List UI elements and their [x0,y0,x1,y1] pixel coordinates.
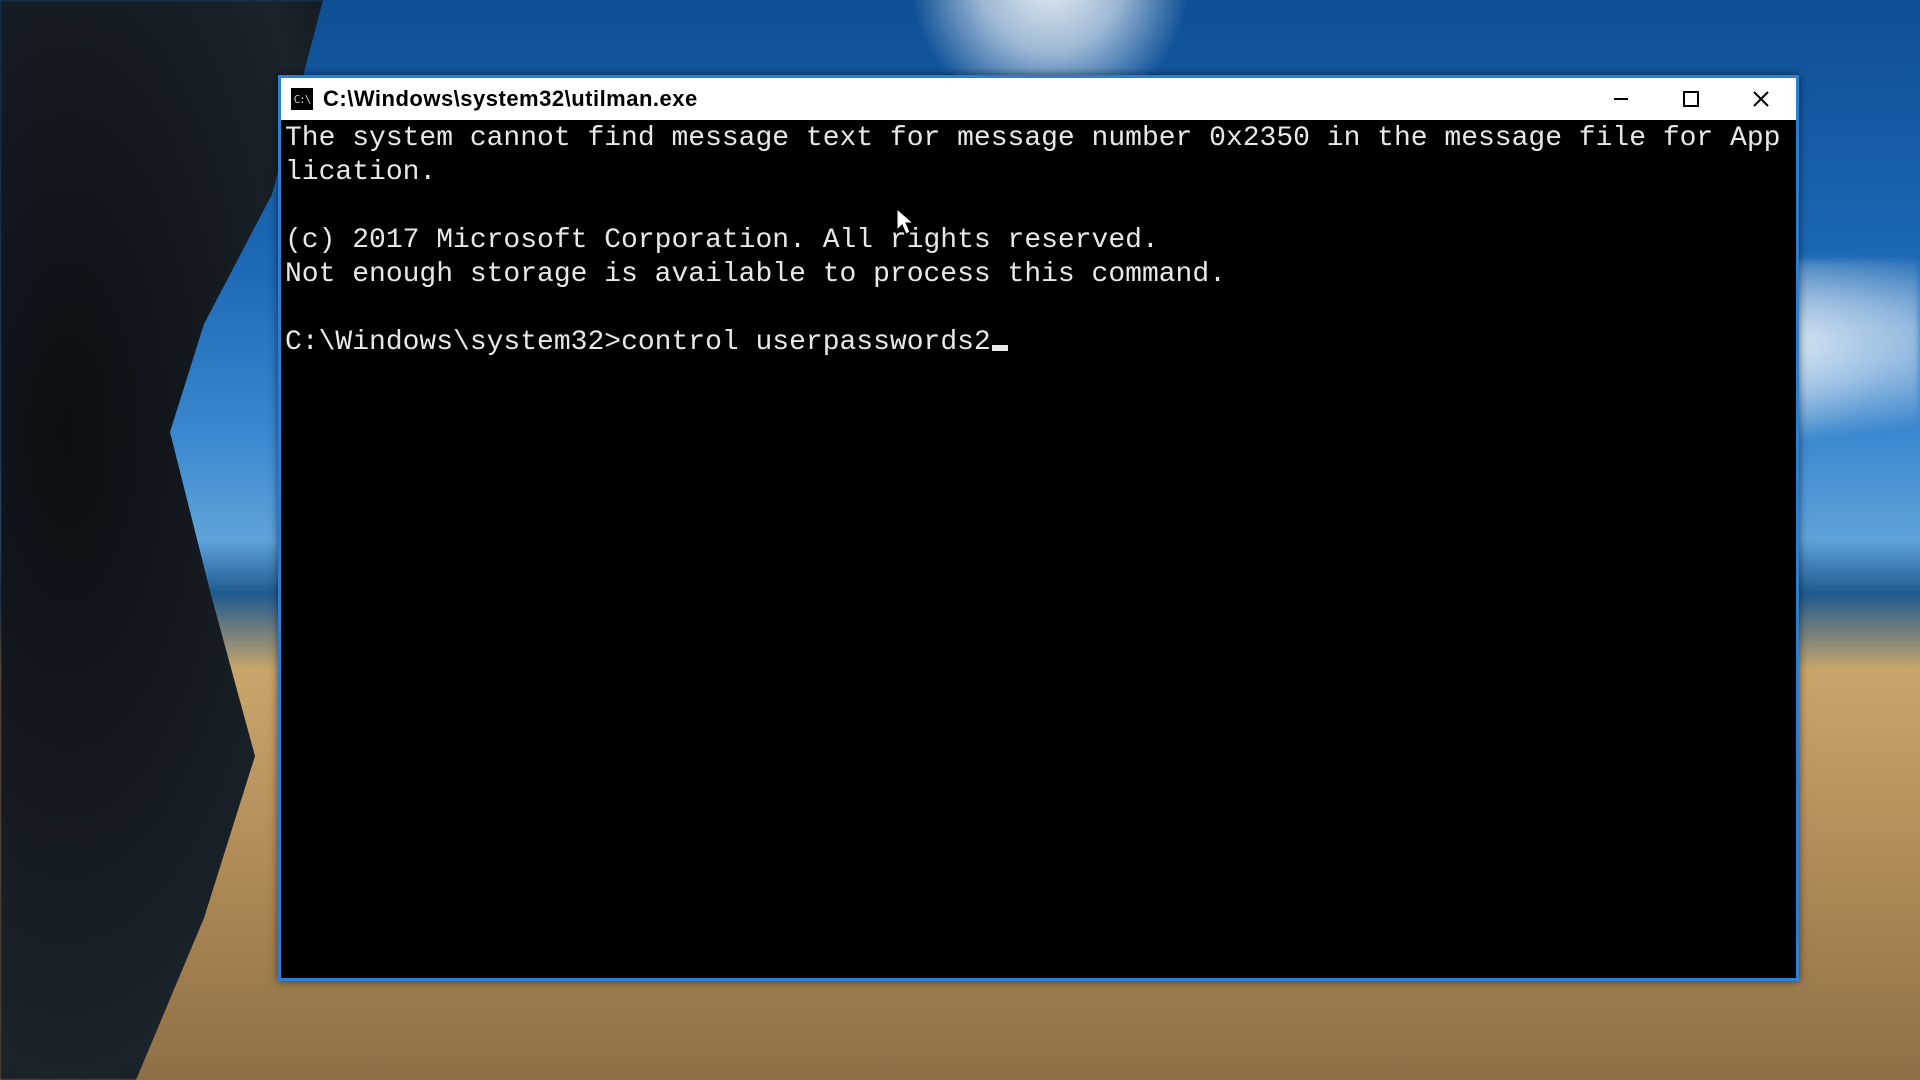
minimize-icon [1612,90,1630,108]
maximize-icon [1682,90,1700,108]
cmd-icon: C:\ [291,88,313,110]
command-prompt-window[interactable]: C:\ C:\Windows\system32\utilman.exe [278,75,1799,981]
desktop-wallpaper: C:\ C:\Windows\system32\utilman.exe [0,0,1920,1080]
typed-command: control userpasswords2 [621,327,991,358]
console-line-storage: Not enough storage is available to proce… [285,259,1226,290]
prompt-path: C:\Windows\system32> [285,327,621,358]
console-line-copyright: (c) 2017 Microsoft Corporation. All righ… [285,225,1159,256]
window-controls [1586,78,1796,120]
window-title: C:\Windows\system32\utilman.exe [323,86,698,112]
console-output[interactable]: The system cannot find message text for … [281,120,1796,978]
titlebar[interactable]: C:\ C:\Windows\system32\utilman.exe [281,78,1796,120]
text-cursor [992,345,1008,351]
minimize-button[interactable] [1586,78,1656,120]
close-icon [1751,89,1771,109]
close-button[interactable] [1726,78,1796,120]
console-line-error: The system cannot find message text for … [285,123,1780,188]
maximize-button[interactable] [1656,78,1726,120]
